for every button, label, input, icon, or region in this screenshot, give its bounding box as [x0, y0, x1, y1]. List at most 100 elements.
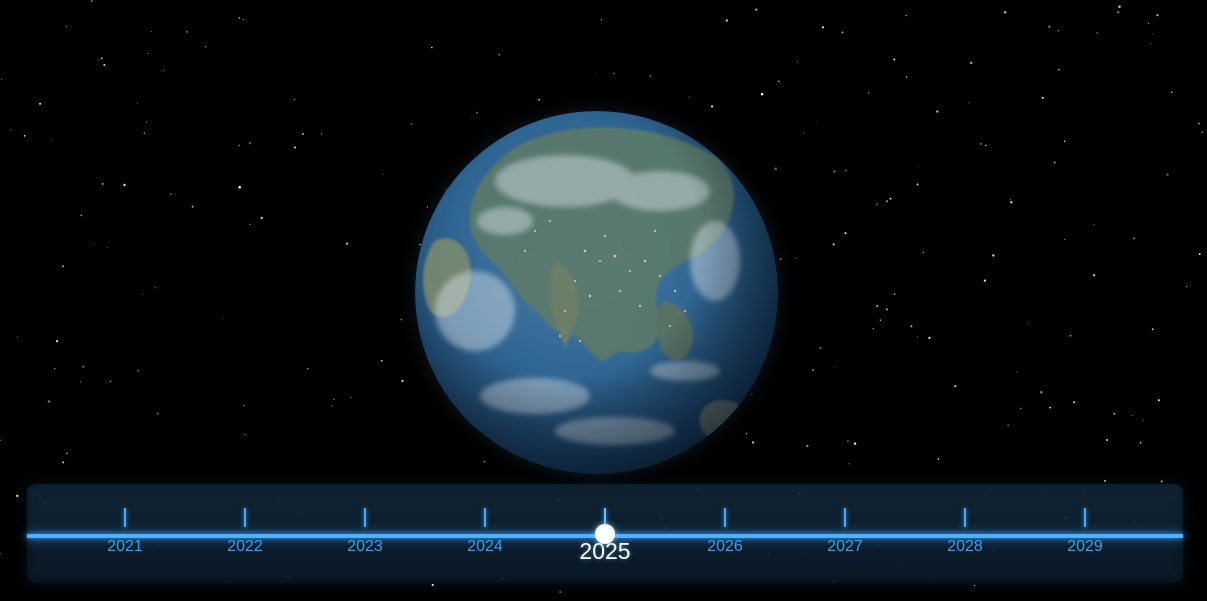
timeline-tick-2026[interactable]	[724, 508, 726, 527]
star	[0, 78, 3, 80]
year-label-2021[interactable]: 2021	[85, 538, 165, 556]
star	[928, 336, 931, 340]
star	[382, 173, 384, 175]
star	[710, 105, 714, 108]
star	[795, 257, 797, 259]
star	[154, 286, 157, 289]
timeline-tick-2027[interactable]	[844, 508, 846, 527]
star	[596, 72, 598, 74]
star	[1028, 322, 1029, 324]
star	[751, 441, 755, 444]
star	[1198, 122, 1200, 125]
star	[1106, 439, 1108, 441]
year-label-2027[interactable]: 2027	[805, 538, 885, 556]
star	[821, 26, 824, 29]
year-label-2026[interactable]: 2026	[685, 538, 765, 556]
star	[1041, 96, 1044, 100]
star	[1151, 328, 1154, 331]
star	[916, 183, 919, 186]
star	[1186, 285, 1188, 288]
star	[819, 346, 822, 350]
timeline-tick-2028[interactable]	[964, 508, 966, 527]
timeline-slider-handle[interactable]	[595, 524, 615, 544]
star	[812, 369, 814, 371]
year-label-2024[interactable]: 2024	[445, 538, 525, 556]
star	[725, 19, 728, 22]
star	[1069, 335, 1072, 337]
star	[832, 243, 835, 246]
star	[1157, 399, 1160, 402]
timeline-tick-2021[interactable]	[124, 508, 126, 527]
star	[1104, 479, 1107, 482]
star	[1201, 131, 1204, 134]
star	[426, 206, 429, 208]
star	[244, 433, 246, 436]
star	[1063, 140, 1066, 143]
star	[56, 340, 59, 343]
star	[96, 64, 98, 66]
star	[82, 365, 85, 368]
star	[983, 279, 987, 282]
star	[1150, 43, 1152, 45]
star	[538, 98, 541, 101]
star	[191, 205, 194, 208]
star	[93, 243, 95, 246]
star	[797, 60, 799, 62]
star	[1003, 11, 1007, 14]
space-scene: 2021 2022 2023 2024 2025 2026 2027 2028 2029	[0, 0, 1207, 601]
star	[101, 57, 103, 59]
star	[39, 102, 42, 105]
star	[16, 494, 19, 498]
star	[1049, 406, 1051, 409]
star	[1147, 22, 1150, 24]
star	[846, 439, 849, 442]
year-label-2029[interactable]: 2029	[1045, 538, 1125, 556]
star	[1166, 173, 1169, 176]
timeline-tick-2023[interactable]	[364, 508, 366, 527]
star	[1064, 238, 1066, 241]
star	[320, 133, 322, 135]
star	[1016, 371, 1018, 373]
star	[238, 17, 241, 19]
star	[885, 200, 889, 203]
star	[62, 461, 65, 464]
earth-globe-icon[interactable]	[415, 111, 778, 474]
star	[559, 591, 561, 593]
year-label-2023[interactable]: 2023	[325, 538, 405, 556]
star	[774, 167, 777, 170]
star	[62, 265, 65, 268]
star	[147, 53, 148, 55]
star	[910, 325, 913, 328]
star	[10, 129, 12, 131]
star	[170, 193, 172, 196]
star	[1133, 237, 1136, 240]
star	[106, 247, 108, 249]
star	[470, 117, 472, 118]
timeline-tick-2029[interactable]	[1084, 508, 1086, 527]
star	[777, 80, 780, 83]
star	[142, 293, 144, 295]
star	[872, 327, 874, 330]
star	[65, 26, 67, 28]
star	[293, 98, 296, 101]
star	[834, 367, 836, 369]
star	[431, 46, 433, 49]
star	[1092, 274, 1096, 277]
timeline-tick-2024[interactable]	[484, 508, 486, 527]
star	[1198, 252, 1201, 256]
year-label-2028[interactable]: 2028	[925, 538, 1005, 556]
star	[243, 404, 245, 407]
year-label-2022[interactable]: 2022	[205, 538, 285, 556]
star	[1073, 401, 1076, 404]
star	[345, 242, 349, 245]
star	[1151, 33, 1153, 35]
star	[66, 452, 68, 455]
star	[223, 318, 225, 319]
star	[498, 54, 500, 56]
star	[137, 369, 140, 372]
timeline-tick-2022[interactable]	[244, 508, 246, 527]
star	[1068, 335, 1070, 337]
star	[1156, 14, 1159, 17]
star	[1093, 224, 1095, 226]
star	[688, 96, 690, 98]
